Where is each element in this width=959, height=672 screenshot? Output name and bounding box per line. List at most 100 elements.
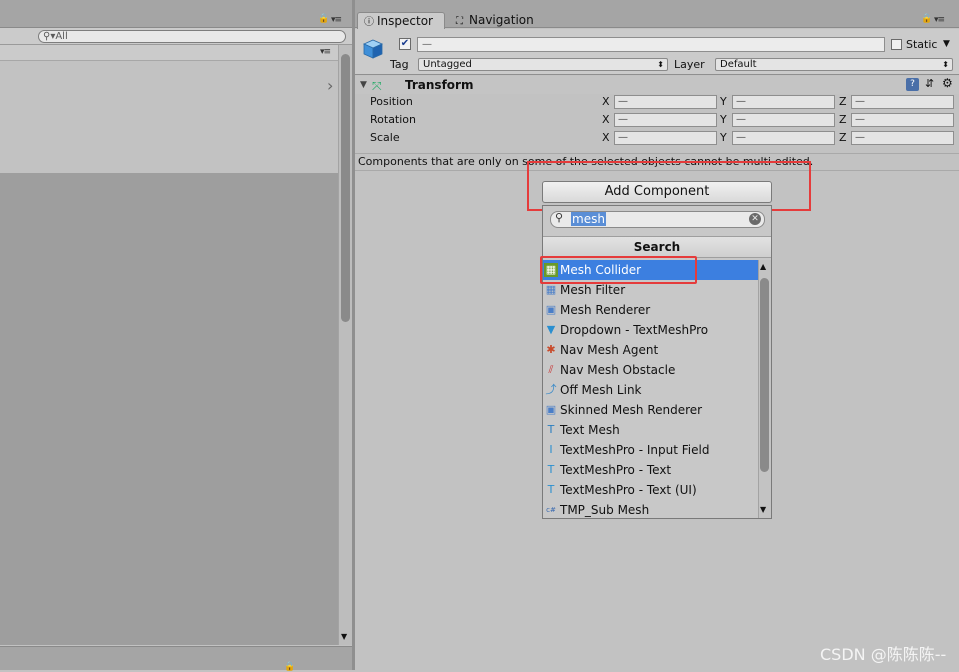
static-checkbox[interactable] [891, 39, 902, 50]
nav-mesh-obstacle-icon: ⫽ [548, 363, 554, 376]
list-item-label: Text Mesh [560, 423, 620, 437]
list-item-label: Nav Mesh Obstacle [560, 363, 676, 377]
static-dropdown-arrow-icon[interactable]: ▼ [943, 39, 950, 49]
list-item[interactable]: ✱ Nav Mesh Agent [543, 340, 758, 360]
position-x-field[interactable]: — [614, 95, 717, 109]
mesh-renderer-icon: ▣ [545, 303, 557, 316]
tmp-text-ui-icon: T [547, 483, 555, 496]
skinned-mesh-renderer-icon: ▣ [545, 403, 557, 416]
tab-inspector[interactable]: ⓘ Inspector [357, 12, 445, 29]
list-item-label: TextMeshPro - Text [560, 463, 672, 477]
list-item[interactable]: ▣ Mesh Renderer [543, 300, 758, 320]
expand-chevron-icon[interactable]: › [327, 76, 333, 95]
help-icon[interactable]: ? [906, 78, 919, 91]
scale-y-field[interactable]: — [732, 131, 835, 145]
watermark: CSDN @陈陈陈-- [820, 645, 947, 664]
scale-label: Scale [370, 131, 400, 144]
layer-label: Layer [674, 58, 705, 71]
list-item[interactable]: c# TMP_Sub Mesh [543, 500, 758, 518]
scroll-down-arrow-icon[interactable]: ▼ [760, 505, 766, 514]
foldout-arrow-icon[interactable]: ▼ [360, 80, 367, 90]
tmp-text-icon: T [547, 463, 555, 476]
nav-mesh-agent-icon: ✱ [546, 343, 556, 356]
hierarchy-search-input[interactable]: ⚲▾All [38, 30, 346, 43]
presets-icon[interactable]: ⇵ [925, 77, 934, 90]
clear-search-icon[interactable]: ✕ [749, 213, 761, 225]
tag-dropdown[interactable]: Untagged ⬍ [418, 58, 668, 71]
csharp-script-icon: c# [546, 506, 556, 514]
scroll-up-arrow-icon[interactable]: ▲ [760, 262, 766, 271]
add-component-highlight-box [527, 161, 811, 211]
search-results-list: ▦ Mesh Collider ▦ Mesh Filter ▣ Mesh Renderer… [543, 260, 758, 518]
list-item-label: TextMeshPro - Text (UI) [560, 483, 697, 497]
hierarchy-search-placeholder: All [55, 31, 68, 42]
list-item[interactable]: ⫽ Nav Mesh Obstacle [543, 360, 758, 380]
z-axis-label: Z [839, 95, 847, 108]
tmp-input-field-icon: I [549, 443, 553, 456]
gear-icon[interactable]: ⚙ [942, 76, 953, 90]
hierarchy-submenu-icon[interactable]: ▾≡ [320, 47, 331, 57]
gameobject-cube-icon [363, 39, 383, 59]
z-axis-label: Z [839, 113, 847, 126]
navigation-icon: ⛶ [456, 16, 463, 27]
active-checkbox[interactable]: ✔ [399, 38, 411, 50]
list-item[interactable]: I TextMeshPro - Input Field [543, 440, 758, 460]
transform-title: Transform [405, 78, 474, 92]
project-lock-icon[interactable]: 🔒 [284, 662, 295, 672]
x-axis-label: X [602, 131, 610, 144]
list-item-label: TextMeshPro - Input Field [560, 443, 710, 457]
list-item-label: Nav Mesh Agent [560, 343, 659, 357]
position-z-field[interactable]: — [851, 95, 954, 109]
list-item-label: Skinned Mesh Renderer [560, 403, 703, 417]
position-label: Position [370, 95, 413, 108]
object-name-field[interactable]: — [417, 37, 885, 52]
project-tabstrip [0, 646, 352, 670]
hierarchy-scroll-thumb[interactable] [341, 54, 350, 322]
layer-dropdown[interactable]: Default ⬍ [715, 58, 953, 71]
layer-value: Default [720, 59, 757, 70]
list-item[interactable]: T TextMeshPro - Text (UI) [543, 480, 758, 500]
layer-dropdown-arrow-icon: ⬍ [942, 60, 949, 69]
hierarchy-lock-icon[interactable]: 🔒 [318, 14, 329, 24]
hierarchy-empty-area [0, 173, 338, 645]
list-item-label: Dropdown - TextMeshPro [560, 323, 709, 337]
search-results-header: Search [543, 236, 771, 258]
rotation-x-field[interactable]: — [614, 113, 717, 127]
inspector-lock-icon[interactable]: 🔒 [921, 14, 932, 24]
tab-navigation-label: Navigation [469, 13, 534, 27]
rotation-z-field[interactable]: — [851, 113, 954, 127]
hierarchy-menu-icon[interactable]: ▾≡ [331, 15, 342, 25]
scroll-down-arrow-icon[interactable]: ▼ [341, 632, 347, 641]
position-y-field[interactable]: — [732, 95, 835, 109]
search-icon: ⚲ [555, 211, 564, 224]
hierarchy-list [0, 62, 338, 173]
list-item[interactable]: ▼ Dropdown - TextMeshPro [543, 320, 758, 340]
x-axis-label: X [602, 113, 610, 126]
hierarchy-subbar [0, 45, 338, 61]
scale-x-field[interactable]: — [614, 131, 717, 145]
list-item-label: Off Mesh Link [560, 383, 642, 397]
rotation-label: Rotation [370, 113, 417, 126]
rotation-y-field[interactable]: — [732, 113, 835, 127]
y-axis-label: Y [720, 131, 727, 144]
search-icon: ⚲▾ [43, 31, 56, 42]
off-mesh-link-icon: ⤴ [545, 383, 557, 396]
list-item[interactable]: T TextMeshPro - Text [543, 460, 758, 480]
static-label: Static [906, 38, 938, 51]
mesh-collider-highlight-box [540, 256, 697, 284]
results-scroll-thumb[interactable] [760, 278, 769, 472]
scale-z-field[interactable]: — [851, 131, 954, 145]
mesh-filter-icon: ▦ [545, 283, 557, 296]
inspector-menu-icon[interactable]: ▾≡ [934, 15, 945, 25]
tab-inspector-label: Inspector [377, 14, 433, 28]
tab-navigation[interactable]: ⛶ Navigation [450, 12, 546, 29]
transform-icon: ⤧ [372, 79, 382, 93]
component-search-input[interactable]: mesh [571, 212, 606, 226]
list-item-label: TMP_Sub Mesh [560, 503, 650, 517]
list-item[interactable]: ⤴ Off Mesh Link [543, 380, 758, 400]
list-item[interactable]: ▣ Skinned Mesh Renderer [543, 400, 758, 420]
list-item-label: Mesh Renderer [560, 303, 651, 317]
text-mesh-icon: T [547, 423, 555, 436]
tag-value: Untagged [423, 59, 472, 70]
list-item[interactable]: T Text Mesh [543, 420, 758, 440]
